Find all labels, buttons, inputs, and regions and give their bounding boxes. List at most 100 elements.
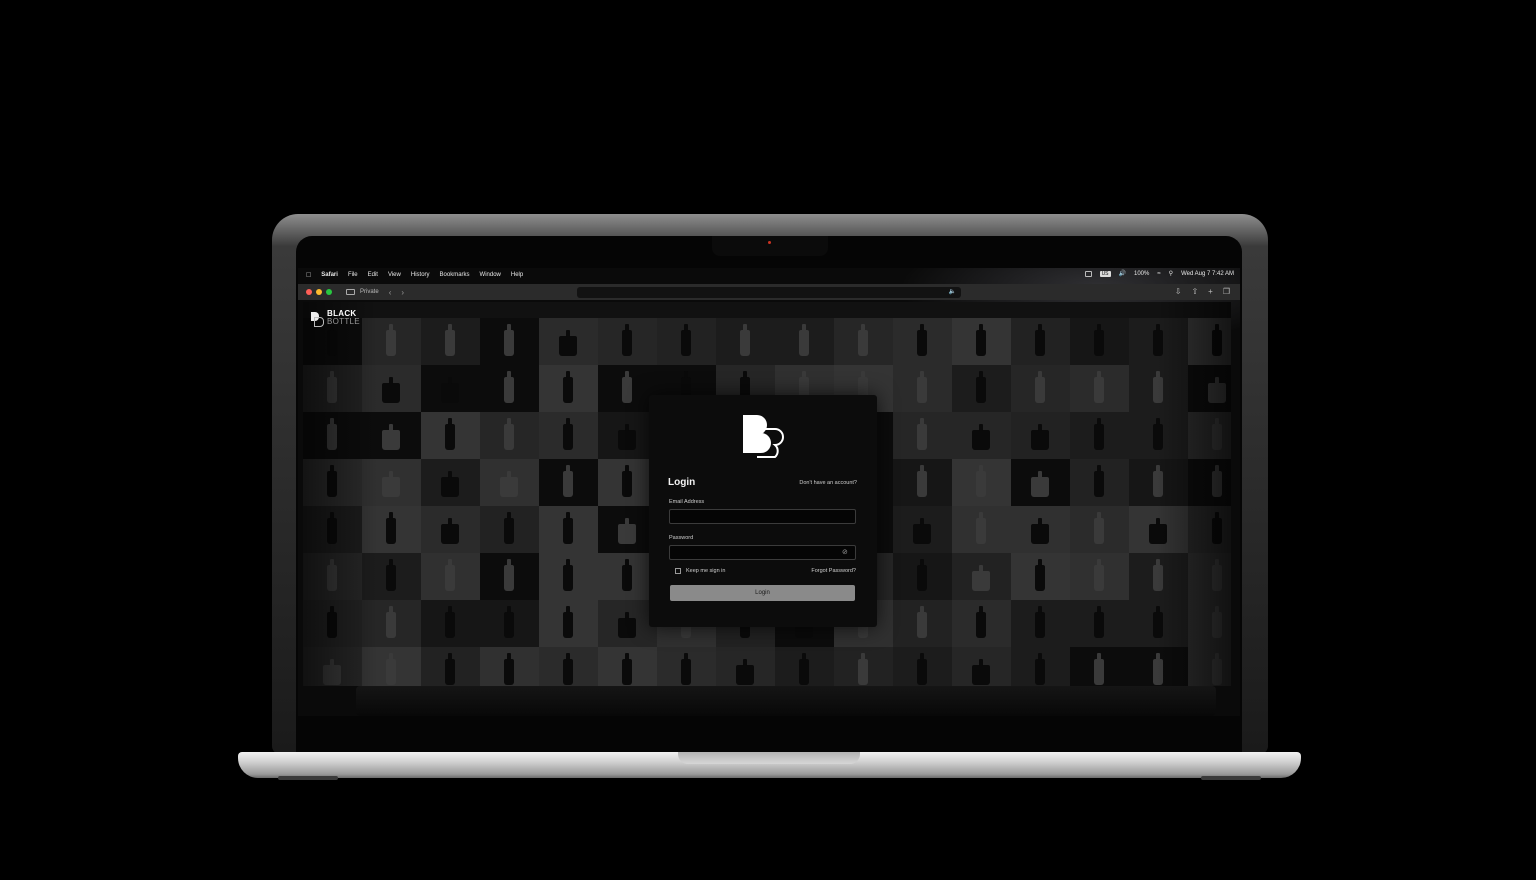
menu-edit[interactable]: Edit — [368, 272, 378, 278]
menu-help[interactable]: Help — [511, 272, 523, 278]
bottle-silhouette — [1094, 371, 1104, 403]
bottle-tile — [362, 318, 421, 365]
bottle-silhouette — [563, 465, 573, 497]
email-field[interactable] — [669, 509, 856, 524]
bottle-tile — [421, 365, 480, 412]
zoom-window-button[interactable] — [326, 289, 332, 295]
toolbar-actions: ⇩ ⇧ + ❐ — [1175, 287, 1230, 296]
eye-slash-icon[interactable]: ⊘ — [842, 548, 848, 556]
bottle-tile — [362, 365, 421, 412]
bottle-tile — [716, 318, 775, 365]
bottle-tile — [362, 553, 421, 600]
bottle-silhouette — [917, 606, 927, 638]
bb-logo-icon — [743, 415, 784, 458]
bottle-silhouette — [1031, 471, 1049, 497]
bottle-tile — [1129, 600, 1188, 647]
bottle-tile — [1070, 412, 1129, 459]
menu-bookmarks[interactable]: Bookmarks — [440, 272, 470, 278]
close-window-button[interactable] — [306, 289, 312, 295]
tabs-icon[interactable]: ❐ — [1223, 287, 1230, 296]
sidebar-toggle-icon[interactable] — [346, 289, 355, 295]
bottle-silhouette — [386, 559, 396, 591]
bottle-silhouette — [858, 653, 868, 685]
clock[interactable]: Wed Aug 7 7:42 AM — [1181, 271, 1234, 277]
bottle-silhouette — [972, 424, 990, 450]
lid-groove — [678, 752, 860, 764]
share-icon[interactable]: ⇧ — [1191, 287, 1198, 296]
bottle-silhouette — [323, 659, 341, 685]
bottle-silhouette — [327, 606, 337, 638]
bottle-silhouette — [1212, 465, 1222, 497]
bottle-silhouette — [1153, 559, 1163, 591]
minimize-window-button[interactable] — [316, 289, 322, 295]
bottle-tile — [952, 600, 1011, 647]
bottle-silhouette — [1031, 518, 1049, 544]
bottle-tile — [1070, 506, 1129, 553]
bottle-tile — [539, 553, 598, 600]
bottle-tile — [1011, 647, 1070, 686]
bottle-tile — [952, 318, 1011, 365]
bottle-tile — [421, 412, 480, 459]
bottle-silhouette — [972, 659, 990, 685]
bottle-tile — [421, 459, 480, 506]
menu-view[interactable]: View — [388, 272, 401, 278]
bottle-tile — [303, 506, 362, 553]
password-label: Password — [669, 535, 694, 541]
menu-safari[interactable]: Safari — [321, 272, 338, 278]
bottle-silhouette — [441, 377, 459, 403]
bottle-tile — [952, 506, 1011, 553]
back-arrow-icon[interactable]: ‹ — [389, 288, 392, 297]
bottle-silhouette — [445, 324, 455, 356]
input-source-badge[interactable]: US — [1099, 270, 1111, 277]
foot-left — [278, 776, 338, 780]
bottle-tile — [952, 412, 1011, 459]
bottle-tile — [362, 600, 421, 647]
bottle-tile — [480, 412, 539, 459]
bottle-tile — [1011, 412, 1070, 459]
bottle-tile — [421, 318, 480, 365]
bottle-tile — [657, 647, 716, 686]
bottle-tile — [893, 318, 952, 365]
brand-logo[interactable]: BLACK BOTTLE — [311, 310, 360, 327]
apple-icon[interactable]:  — [306, 272, 311, 279]
laptop-base — [238, 752, 1301, 780]
download-icon[interactable]: ⇩ — [1175, 287, 1182, 296]
bottle-tile — [421, 553, 480, 600]
bottle-tile — [1011, 506, 1070, 553]
remember-me[interactable]: Keep me sign in — [675, 568, 725, 574]
plus-icon[interactable]: + — [1208, 287, 1213, 296]
password-field[interactable] — [669, 545, 856, 560]
signup-link[interactable]: Don't have an account? — [799, 480, 857, 486]
forward-arrow-icon[interactable]: › — [401, 288, 404, 297]
bottle-silhouette — [504, 559, 514, 591]
address-bar[interactable]: 🔈 — [577, 287, 961, 298]
wifi-icon[interactable]: ≈ — [1157, 271, 1160, 277]
menu-window[interactable]: Window — [480, 272, 501, 278]
bottle-tile — [1188, 506, 1231, 553]
menu-history[interactable]: History — [411, 272, 430, 278]
bottle-silhouette — [1208, 377, 1226, 403]
bottle-tile — [539, 459, 598, 506]
bottle-tile — [539, 506, 598, 553]
bottle-silhouette — [563, 512, 573, 544]
brand-wordmark: BLACK BOTTLE — [327, 310, 360, 326]
bottle-silhouette — [500, 471, 518, 497]
bottle-tile — [1070, 365, 1129, 412]
menu-items: Safari File Edit View History Bookmarks … — [321, 272, 523, 278]
forgot-password-link[interactable]: Forgot Password? — [811, 568, 856, 574]
bottle-tile — [480, 459, 539, 506]
bottle-silhouette — [736, 659, 754, 685]
bottle-tile — [303, 553, 362, 600]
login-button[interactable]: Login — [670, 585, 855, 601]
bottle-tile — [1129, 365, 1188, 412]
audio-icon[interactable]: 🔈 — [949, 288, 956, 295]
bottle-silhouette — [681, 653, 691, 685]
bottle-silhouette — [1153, 465, 1163, 497]
remember-checkbox[interactable] — [675, 568, 681, 574]
volume-icon[interactable]: 🔊 — [1119, 270, 1126, 277]
web-page: BLACK BOTTLE Login Don't have an account… — [303, 302, 1231, 686]
spotlight-icon[interactable]: ⚲ — [1169, 270, 1173, 277]
display-icon[interactable] — [1084, 270, 1092, 277]
menu-file[interactable]: File — [348, 272, 358, 278]
bottle-silhouette — [917, 371, 927, 403]
